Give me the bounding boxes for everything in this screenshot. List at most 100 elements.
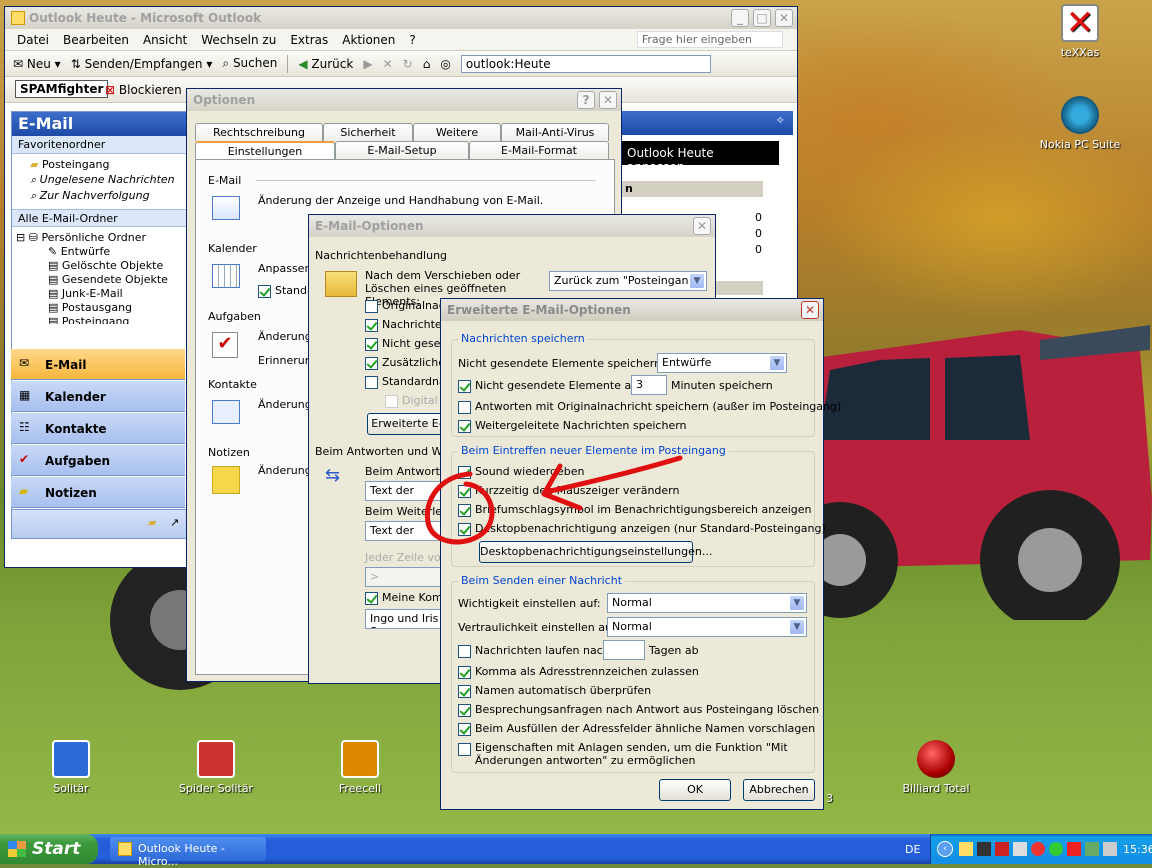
checkbox[interactable] — [365, 356, 378, 370]
tray-icon-volume[interactable] — [1103, 842, 1117, 856]
save-replies-checkbox[interactable] — [458, 400, 471, 414]
close-button[interactable]: ✕ — [801, 301, 819, 319]
comma-row[interactable]: Komma als Adresstrennzeichen zulassen — [458, 665, 699, 679]
tray-icon-security[interactable] — [1031, 842, 1045, 856]
sound-row[interactable]: Sound wiedergeben — [458, 465, 585, 479]
home-icon[interactable]: ⌂ — [423, 57, 431, 71]
checkbox[interactable] — [365, 318, 378, 332]
fav-item-followup[interactable]: ⌕ Zur Nachverfolgung — [12, 187, 186, 209]
delete-meeting-checkbox[interactable] — [458, 703, 471, 717]
start-button[interactable]: Start — [0, 834, 98, 864]
menu-bearbeiten[interactable]: Bearbeiten — [63, 33, 129, 47]
globe-search-icon[interactable]: ◎ — [440, 57, 450, 71]
tray-icon-red[interactable] — [995, 842, 1009, 856]
folder-sent[interactable]: ▤ Gesendete Objekte — [12, 272, 186, 286]
help-button[interactable]: ? — [577, 91, 595, 109]
tray-icon-outlook[interactable] — [959, 842, 973, 856]
attach-props-row[interactable]: Eigenschaften mit Anlagen senden, um die… — [458, 741, 810, 767]
tray-expand-icon[interactable]: ‹ — [937, 841, 953, 857]
tab-einstellungen[interactable]: Einstellungen — [195, 141, 335, 159]
after-move-select[interactable]: Zurück zum "Posteingang" ▼ — [549, 271, 707, 291]
refresh-icon[interactable]: ↻ — [403, 57, 413, 71]
nav-button-contacts[interactable]: ☷ Kontakte — [11, 413, 185, 444]
checkbox[interactable] — [365, 591, 378, 605]
save-forwarded-checkbox[interactable] — [458, 419, 471, 433]
tab-email-format[interactable]: E-Mail-Format — [469, 141, 609, 159]
maximize-button[interactable]: □ — [753, 9, 771, 27]
tray-icon-messenger[interactable] — [1049, 842, 1063, 856]
close-button[interactable]: ✕ — [599, 91, 617, 109]
reply-select[interactable]: Text der urspr — [365, 481, 445, 501]
tab-rechtschreibung[interactable]: Rechtschreibung — [195, 123, 323, 141]
menu-aktionen[interactable]: Aktionen — [342, 33, 395, 47]
desktop-icon-texxas[interactable]: ✕ teXXas — [1030, 4, 1130, 59]
tab-sicherheit[interactable]: Sicherheit — [323, 123, 413, 141]
forward-icon[interactable]: ▶ — [363, 57, 372, 71]
tray-icon-antivirus[interactable] — [1067, 842, 1081, 856]
tab-mail-anti-virus[interactable]: Mail-Anti-Virus — [501, 123, 609, 141]
shortcuts-icon[interactable]: ↗ — [170, 516, 179, 529]
autosave-checkbox[interactable] — [458, 379, 471, 393]
nav-button-tasks[interactable]: ✔ Aufgaben — [11, 445, 185, 476]
send-receive-button[interactable]: ⇅ Senden/Empfangen ▾ — [71, 57, 213, 71]
customize-link[interactable]: Outlook Heute anpassen ... — [619, 141, 779, 174]
cancel-button[interactable]: Abbrechen — [743, 779, 815, 801]
calendar-checkbox-row[interactable]: Standa — [258, 284, 314, 298]
sound-checkbox[interactable] — [458, 465, 471, 479]
nav-button-calendar[interactable]: ▦ Kalender — [11, 381, 185, 412]
folder-deleted[interactable]: ▤ Gelöschte Objekte — [12, 258, 186, 272]
stop-icon[interactable]: ✕ — [383, 57, 393, 71]
name-input[interactable]: Ingo und Iris S — [365, 609, 445, 629]
tab-weitere[interactable]: Weitere — [413, 123, 501, 141]
fav-item-unread[interactable]: ⌕ Ungelesene Nachrichten — [12, 171, 186, 187]
minimize-button[interactable]: _ — [731, 9, 749, 27]
autosave-minutes-input[interactable]: 3 — [631, 375, 667, 395]
comma-checkbox[interactable] — [458, 665, 471, 679]
cursor-checkbox[interactable] — [458, 484, 471, 498]
folder-outbox[interactable]: ▤ Postausgang — [12, 300, 186, 314]
desktop-icon-nokia[interactable]: Nokia PC Suite — [1030, 96, 1130, 151]
attach-props-checkbox[interactable] — [458, 743, 471, 756]
menu-help[interactable]: ? — [409, 33, 415, 47]
prefix-input[interactable]: > — [365, 567, 445, 587]
folder-inbox[interactable]: ▤ Posteingang — [12, 314, 186, 324]
folder-junk[interactable]: ▤ Junk-E-Mail — [12, 286, 186, 300]
nav-button-notes[interactable]: ▰ Notizen — [11, 477, 185, 508]
folder-drafts[interactable]: ✎ Entwürfe — [12, 244, 186, 258]
desktop-icon-solitaire[interactable]: Solitär — [21, 740, 121, 795]
desktop-icon-spider[interactable]: Spider Solitär — [166, 740, 266, 795]
expire-days-input[interactable] — [603, 640, 645, 660]
tab-email-setup[interactable]: E-Mail-Setup — [335, 141, 469, 159]
folder-list-icon[interactable]: ▰ — [148, 516, 156, 529]
sensitivity-select[interactable]: Normal ▼ — [607, 617, 807, 637]
help-search-input[interactable]: Frage hier eingeben — [636, 31, 783, 48]
checkbox[interactable] — [365, 299, 378, 313]
customize-icon[interactable]: ✧ — [776, 114, 785, 127]
fav-item-inbox[interactable]: ▰ Posteingang — [12, 154, 186, 171]
close-button[interactable]: ✕ — [693, 217, 711, 235]
menu-wechseln-zu[interactable]: Wechseln zu — [201, 33, 276, 47]
address-field[interactable]: outlook:Heute — [460, 54, 711, 73]
taskbar-item-outlook[interactable]: Outlook Heute - Micro... — [110, 837, 266, 868]
search-button[interactable]: ⌕ Suchen — [222, 56, 277, 71]
suggest-names-row[interactable]: Beim Ausfüllen der Adressfelder ähnliche… — [458, 722, 815, 736]
check-row-0[interactable]: Originalnach — [365, 299, 452, 313]
folder-root[interactable]: ⊟ ⛁ Persönliche Ordner — [12, 227, 186, 244]
cursor-row[interactable]: Kurzzeitig den Mauszeiger verändern — [458, 484, 679, 498]
menu-datei[interactable]: Datei — [17, 33, 49, 47]
collapse-icon[interactable]: ⊟ — [16, 231, 25, 244]
tray-icon-app[interactable] — [977, 842, 991, 856]
block-button[interactable]: ⊠ Blockieren — [105, 83, 182, 97]
tray-icon-safely-remove[interactable] — [1085, 842, 1099, 856]
importance-select[interactable]: Normal ▼ — [607, 593, 807, 613]
clock[interactable]: 15:36 — [1123, 843, 1152, 856]
new-button[interactable]: ✉ Neu ▾ — [13, 57, 61, 71]
checkbox[interactable] — [365, 337, 378, 351]
advanced-email-options-button[interactable]: Erweiterte E-M — [367, 413, 447, 435]
forward-select[interactable]: Text der urspr — [365, 521, 445, 541]
delete-meeting-row[interactable]: Besprechungsanfragen nach Antwort aus Po… — [458, 703, 819, 717]
menu-extras[interactable]: Extras — [290, 33, 328, 47]
save-replies-row[interactable]: Antworten mit Originalnachricht speicher… — [458, 400, 841, 414]
desktop-icon-freecell[interactable]: Freecell — [310, 740, 410, 795]
calendar-checkbox[interactable] — [258, 284, 271, 298]
